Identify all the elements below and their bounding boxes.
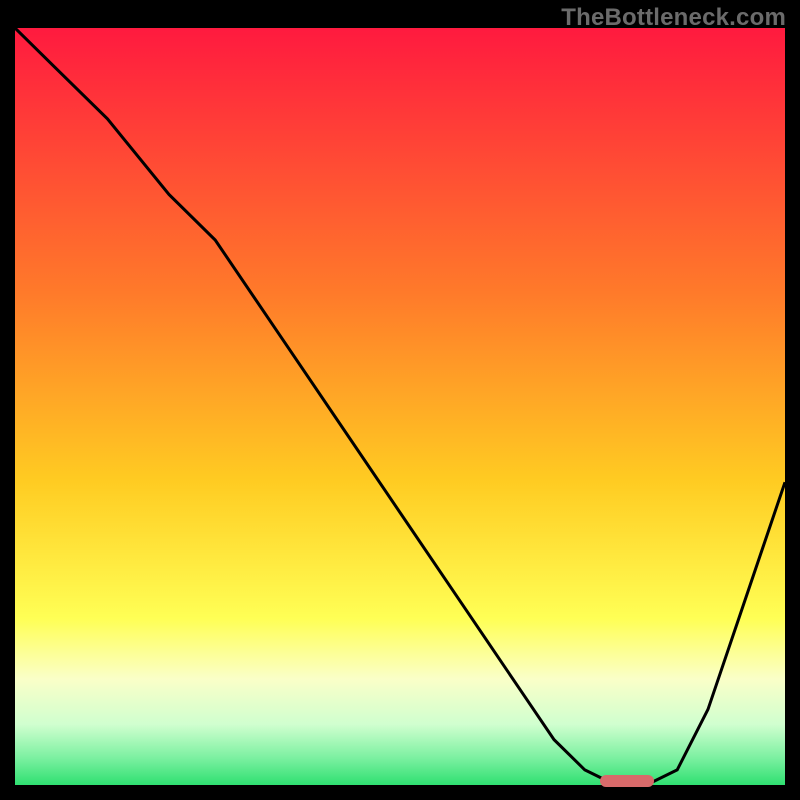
bottleneck-chart <box>15 28 785 785</box>
optimal-range-marker <box>600 775 654 787</box>
gradient-background <box>15 28 785 785</box>
chart-frame <box>15 28 785 785</box>
